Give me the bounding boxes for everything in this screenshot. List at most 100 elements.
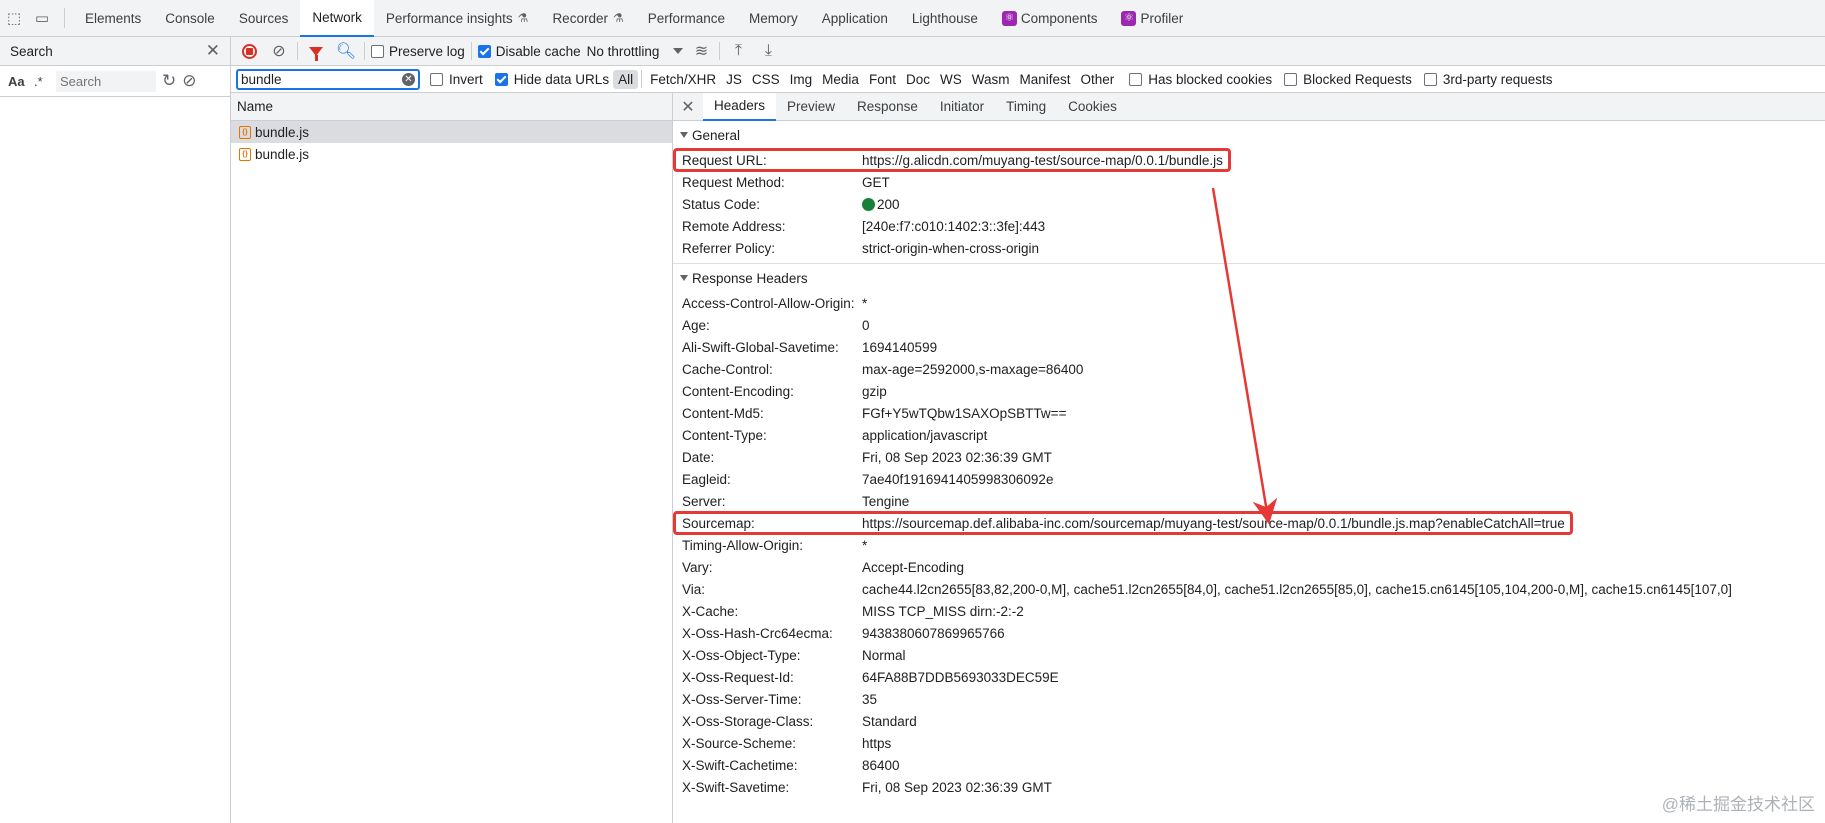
inspect-element-icon[interactable]: ⬚ bbox=[0, 0, 28, 37]
filter-input[interactable]: bundle ✕ bbox=[236, 68, 420, 90]
header-name: X-Oss-Hash-Crc64ecma: bbox=[682, 625, 833, 641]
preserve-log-box[interactable] bbox=[371, 44, 384, 58]
tab-label: Profiler bbox=[1140, 10, 1184, 26]
tab-recorder[interactable]: Recorder ⚗ bbox=[540, 0, 635, 37]
filter-type-all[interactable]: All bbox=[613, 69, 639, 89]
filter-type-ws[interactable]: WS bbox=[935, 70, 967, 89]
network-conditions-button[interactable]: ≋ bbox=[689, 39, 713, 63]
tab-performance[interactable]: Performance bbox=[636, 0, 737, 37]
chevron-down-icon bbox=[673, 48, 684, 54]
clear-filter-icon[interactable]: ✕ bbox=[402, 72, 415, 86]
preserve-log-checkbox[interactable]: Preserve log bbox=[371, 44, 465, 59]
stop-recording-button[interactable] bbox=[237, 39, 261, 63]
close-icon[interactable]: ✕ bbox=[206, 41, 220, 61]
clear-icon: ⊘ bbox=[272, 43, 286, 60]
header-name: X-Oss-Storage-Class: bbox=[682, 713, 814, 729]
detail-tab-cookies[interactable]: Cookies bbox=[1057, 93, 1128, 121]
detail-tab-headers[interactable]: Headers bbox=[703, 92, 777, 121]
tab-application[interactable]: Application bbox=[810, 0, 900, 37]
response-headers-section-header[interactable]: Response Headers bbox=[673, 264, 1825, 292]
detail-tab-timing[interactable]: Timing bbox=[995, 93, 1057, 121]
disable-cache-box[interactable] bbox=[477, 44, 491, 58]
match-case-button[interactable]: Aa bbox=[8, 74, 28, 89]
third-party-box[interactable] bbox=[1423, 72, 1437, 86]
third-party-checkbox[interactable]: 3rd-party requests bbox=[1423, 72, 1552, 87]
name-column-header[interactable]: Name bbox=[231, 93, 672, 121]
invert-box[interactable] bbox=[430, 72, 443, 86]
divider bbox=[64, 8, 65, 28]
detail-tab-initiator[interactable]: Initiator bbox=[929, 93, 995, 121]
tab-console[interactable]: Console bbox=[153, 0, 227, 37]
search-button[interactable]: 🔍︎ bbox=[334, 39, 358, 63]
response-headers-section-title: Response Headers bbox=[692, 270, 808, 286]
has-blocked-cookies-box[interactable] bbox=[1129, 72, 1143, 86]
header-value: 86400 bbox=[862, 758, 900, 773]
clear-icon[interactable]: ⊘ bbox=[182, 71, 196, 91]
filter-type-font[interactable]: Font bbox=[864, 70, 901, 89]
header-value-text: Fri, 08 Sep 2023 02:36:39 GMT bbox=[862, 779, 1052, 795]
throttling-select[interactable]: No throttling bbox=[587, 44, 684, 59]
request-row[interactable]: {} bundle.js bbox=[231, 143, 672, 165]
tab-network[interactable]: Network bbox=[300, 0, 374, 37]
hide-data-urls-label: Hide data URLs bbox=[513, 71, 610, 87]
tab-sources[interactable]: Sources bbox=[227, 0, 301, 37]
header-name: Age: bbox=[682, 317, 710, 333]
header-value: https://sourcemap.def.alibaba-inc.com/so… bbox=[862, 516, 1565, 531]
clear-button[interactable]: ⊘ bbox=[267, 39, 291, 63]
status-ok-icon bbox=[862, 197, 875, 211]
header-value-text: https bbox=[862, 735, 892, 751]
invert-checkbox[interactable]: Invert bbox=[430, 72, 483, 87]
upload-icon: ⤒ bbox=[734, 42, 742, 59]
general-rows: Request URL: https://g.alicdn.com/muyang-… bbox=[673, 148, 1825, 259]
header-row-content-type: Content-Type: application/javascript bbox=[673, 424, 1825, 446]
script-file-icon: {} bbox=[239, 125, 251, 139]
header-row-server: Server: Tengine bbox=[673, 490, 1825, 512]
filter-type-js[interactable]: JS bbox=[721, 70, 747, 89]
export-har-button[interactable]: ⤓ bbox=[756, 39, 780, 63]
filter-type-fetch-xhr[interactable]: Fetch/XHR bbox=[645, 70, 721, 89]
refresh-icon[interactable]: ↻ bbox=[162, 71, 176, 91]
header-row-sourcemap: Sourcemap: https://sourcemap.def.alibaba-… bbox=[673, 511, 1825, 535]
tab-lighthouse[interactable]: Lighthouse bbox=[900, 0, 990, 37]
import-har-button[interactable]: ⤒ bbox=[726, 39, 750, 63]
detail-tab-preview[interactable]: Preview bbox=[776, 93, 846, 121]
filter-type-manifest[interactable]: Manifest bbox=[1014, 70, 1075, 89]
blocked-requests-box[interactable] bbox=[1284, 72, 1298, 86]
header-value: Tengine bbox=[862, 494, 909, 509]
header-name: Access-Control-Allow-Origin: bbox=[682, 295, 855, 311]
tab-memory[interactable]: Memory bbox=[737, 0, 810, 37]
filter-type-doc[interactable]: Doc bbox=[901, 70, 935, 89]
header-value-text: 35 bbox=[862, 691, 878, 707]
hide-data-urls-checkbox[interactable]: Hide data URLs bbox=[494, 71, 610, 87]
header-name: Via: bbox=[682, 581, 706, 597]
close-icon[interactable]: ✕ bbox=[673, 97, 703, 117]
header-value: cache44.l2cn2655[83,82,200-0,M], cache51… bbox=[862, 582, 1732, 597]
blocked-requests-checkbox[interactable]: Blocked Requests bbox=[1284, 72, 1412, 87]
tab-elements[interactable]: Elements bbox=[73, 0, 153, 37]
header-value-text: 64FA88B7DDB5693033DEC59E bbox=[862, 669, 1059, 685]
tab-label: Memory bbox=[749, 10, 798, 26]
filter-type-img[interactable]: Img bbox=[785, 70, 818, 89]
filter-type-wasm[interactable]: Wasm bbox=[967, 70, 1015, 89]
search-input[interactable] bbox=[56, 70, 156, 92]
device-toolbar-icon[interactable]: ▭ bbox=[28, 0, 56, 37]
tab-performance-insights[interactable]: Performance insights ⚗ bbox=[374, 0, 541, 37]
header-value: application/javascript bbox=[862, 428, 987, 443]
tab-components[interactable]: ⚛ Components bbox=[990, 0, 1110, 37]
filter-type-media[interactable]: Media bbox=[817, 70, 864, 89]
tab-profiler[interactable]: ⚛ Profiler bbox=[1109, 0, 1195, 37]
has-blocked-cookies-checkbox[interactable]: Has blocked cookies bbox=[1129, 72, 1272, 87]
filter-type-css[interactable]: CSS bbox=[747, 70, 785, 89]
disable-cache-checkbox[interactable]: Disable cache bbox=[477, 44, 581, 59]
general-section-header[interactable]: General bbox=[673, 121, 1825, 149]
header-value: max-age=2592000,s-maxage=86400 bbox=[862, 362, 1083, 377]
filter-button[interactable] bbox=[304, 39, 328, 63]
regex-button[interactable]: .* bbox=[34, 74, 50, 89]
detail-tab-response[interactable]: Response bbox=[846, 93, 929, 121]
response-header-rows: Access-Control-Allow-Origin: * Age: 0 Ali-Sw… bbox=[673, 292, 1825, 798]
request-row[interactable]: {} bundle.js bbox=[231, 121, 672, 143]
filter-type-other[interactable]: Other bbox=[1076, 70, 1120, 89]
hide-data-urls-box[interactable] bbox=[494, 72, 508, 86]
throttling-value: No throttling bbox=[586, 43, 660, 59]
header-row-x-oss-hash-crc64ecma: X-Oss-Hash-Crc64ecma: 9438380607869965766 bbox=[673, 622, 1825, 644]
